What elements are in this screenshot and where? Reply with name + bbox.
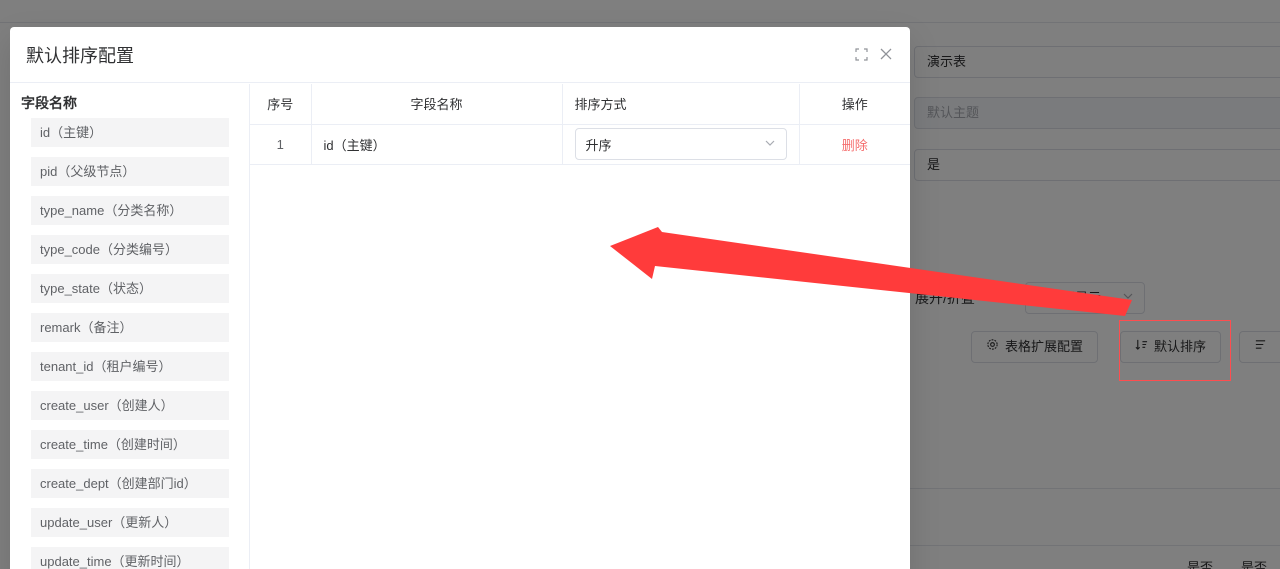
dialog-header: 默认排序配置 xyxy=(10,27,910,83)
field-item-create-time[interactable]: create_time（创建时间） xyxy=(31,430,229,459)
field-item-type-name[interactable]: type_name（分类名称） xyxy=(31,196,229,225)
table-header-row: 序号 字段名称 排序方式 操作 xyxy=(250,84,910,125)
column-header-action: 操作 xyxy=(799,84,910,125)
column-header-field: 字段名称 xyxy=(311,84,563,125)
sort-table: 序号 字段名称 排序方式 操作 1 id（主键） 升序 删除 xyxy=(250,84,910,165)
field-item-update-time[interactable]: update_time（更新时间） xyxy=(31,547,229,569)
sort-table-area: 序号 字段名称 排序方式 操作 1 id（主键） 升序 删除 xyxy=(250,84,910,165)
field-item-type-state[interactable]: type_state（状态） xyxy=(31,274,229,303)
field-item-create-user[interactable]: create_user（创建人） xyxy=(31,391,229,420)
column-header-sort: 排序方式 xyxy=(562,84,800,125)
fullscreen-icon[interactable] xyxy=(854,47,868,61)
table-row: 1 id（主键） 升序 删除 xyxy=(250,124,910,165)
field-item-id[interactable]: id（主键） xyxy=(31,118,229,147)
dialog-title: 默认排序配置 xyxy=(26,45,134,66)
chevron-down-icon xyxy=(764,137,776,152)
field-item-create-dept[interactable]: create_dept（创建部门id） xyxy=(31,469,229,498)
sort-order-select[interactable]: 升序 xyxy=(574,128,787,160)
sort-order-value: 升序 xyxy=(585,137,612,153)
field-item-type-code[interactable]: type_code（分类编号） xyxy=(31,235,229,264)
row-field: id（主键） xyxy=(311,124,563,165)
close-icon[interactable] xyxy=(879,47,893,61)
field-item-tenant-id[interactable]: tenant_id（租户编号） xyxy=(31,352,229,381)
field-list-panel: 字段名称 id（主键） pid（父级节点） type_name（分类名称） ty… xyxy=(10,84,250,569)
row-action-cell: 删除 xyxy=(799,124,910,165)
row-sort-cell: 升序 xyxy=(562,124,800,165)
field-list: id（主键） pid（父级节点） type_name（分类名称） type_co… xyxy=(21,118,238,569)
row-index: 1 xyxy=(250,124,312,165)
delete-link[interactable]: 删除 xyxy=(842,138,868,153)
default-sort-highlight-box xyxy=(1119,320,1231,381)
field-item-pid[interactable]: pid（父级节点） xyxy=(31,157,229,186)
field-item-remark[interactable]: remark（备注） xyxy=(31,313,229,342)
default-sort-dialog: 默认排序配置 字段名称 id（主键） pid（父级节点） type_name（分… xyxy=(10,27,910,569)
column-header-index: 序号 xyxy=(250,84,312,125)
field-item-update-user[interactable]: update_user（更新人） xyxy=(31,508,229,537)
field-list-title: 字段名称 xyxy=(21,95,77,111)
